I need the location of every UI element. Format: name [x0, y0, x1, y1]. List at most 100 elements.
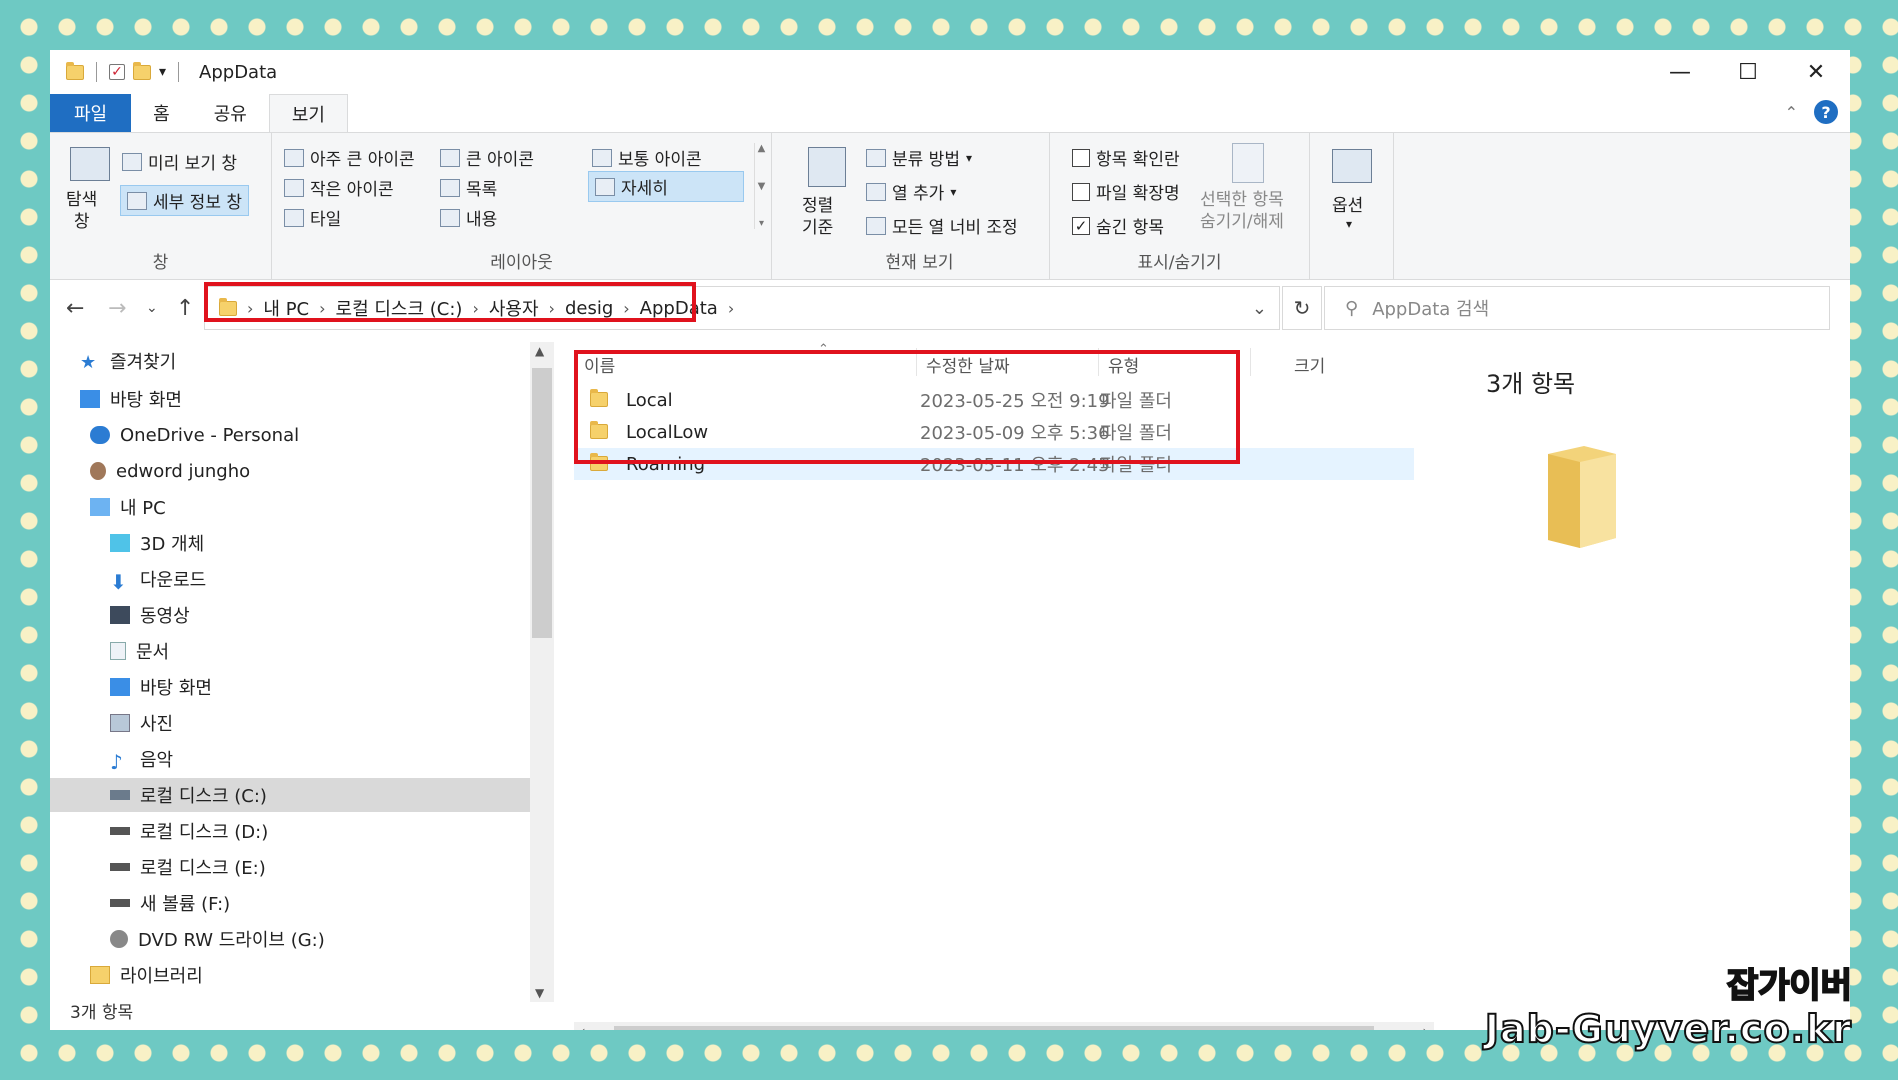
- tab-view[interactable]: 보기: [268, 94, 348, 132]
- chevron-up-icon[interactable]: ▲: [758, 143, 766, 154]
- maximize-button[interactable]: ☐: [1714, 50, 1782, 94]
- item-checkboxes-toggle[interactable]: 항목 확인란: [1072, 145, 1180, 170]
- chevron-down-icon[interactable]: ▼: [758, 181, 766, 192]
- search-box[interactable]: ⚲ AppData 검색: [1324, 286, 1830, 330]
- up-button[interactable]: ↑: [176, 296, 194, 321]
- back-button[interactable]: ←: [66, 296, 84, 321]
- recent-locations-button[interactable]: ⌄: [146, 300, 158, 316]
- breadcrumb-item[interactable]: 사용자: [489, 295, 539, 321]
- options-icon[interactable]: [1332, 149, 1372, 183]
- file-row[interactable]: Roaming 2023-05-11 오후 2:45 파일 폴더: [574, 448, 1414, 480]
- file-row[interactable]: Local 2023-05-25 오전 9:19 파일 폴더: [574, 384, 1414, 416]
- nav-item-drive-c[interactable]: 로컬 디스크 (C:): [50, 778, 530, 812]
- column-divider[interactable]: [916, 348, 917, 376]
- layout-content[interactable]: 내용: [440, 205, 497, 230]
- address-dropdown-icon[interactable]: ⌄: [1252, 298, 1267, 319]
- hscrollbar-thumb[interactable]: [614, 1026, 1374, 1030]
- column-header-type[interactable]: 유형: [1108, 352, 1139, 377]
- close-button[interactable]: ✕: [1782, 50, 1850, 94]
- collapse-ribbon-icon[interactable]: ⌃: [1785, 103, 1798, 122]
- checkbox-checked[interactable]: ✓: [1072, 216, 1090, 235]
- chevron-up-icon[interactable]: ▲: [535, 344, 544, 358]
- checkbox[interactable]: [1072, 182, 1090, 201]
- chevron-down-icon[interactable]: ▾: [1346, 217, 1352, 231]
- minimize-button[interactable]: —: [1646, 50, 1714, 94]
- checkbox[interactable]: [1072, 148, 1090, 167]
- layout-gallery-scroll[interactable]: ▲ ▼ ▾: [754, 143, 768, 229]
- customize-toolbar-icon[interactable]: ▾: [159, 64, 166, 80]
- nav-item-drive-f[interactable]: 새 볼륨 (F:): [50, 886, 530, 920]
- nav-item-music[interactable]: ♪ 음악: [50, 742, 530, 776]
- add-columns-button[interactable]: 열 추가 ▾: [866, 179, 956, 204]
- chevron-right-icon[interactable]: ›: [472, 299, 478, 318]
- nav-item-libraries[interactable]: 라이브러리: [50, 958, 530, 992]
- nav-item-3d-objects[interactable]: 3D 개체: [50, 526, 530, 560]
- address-bar[interactable]: › 내 PC › 로컬 디스크 (C:) › 사용자 › desig › App…: [204, 286, 1280, 330]
- chevron-right-icon[interactable]: ›: [728, 299, 734, 318]
- nav-item-user[interactable]: edword jungho: [50, 454, 530, 488]
- new-folder-icon[interactable]: [133, 61, 151, 80]
- column-header-date[interactable]: 수정한 날짜: [926, 352, 1010, 377]
- breadcrumb-item[interactable]: 내 PC: [263, 295, 309, 321]
- chevron-right-icon[interactable]: ›: [1422, 1024, 1428, 1030]
- nav-item-downloads[interactable]: ⬇ 다운로드: [50, 562, 530, 596]
- nav-item-drive-e[interactable]: 로컬 디스크 (E:): [50, 850, 530, 884]
- breadcrumb-item[interactable]: AppData: [640, 298, 718, 319]
- layout-large-icons[interactable]: 큰 아이콘: [440, 145, 534, 170]
- layout-list[interactable]: 목록: [440, 175, 497, 200]
- properties-icon[interactable]: ✓: [109, 64, 125, 80]
- nav-item-drive-d[interactable]: 로컬 디스크 (D:): [50, 814, 530, 848]
- nav-item-desktop-2[interactable]: 바탕 화면: [50, 670, 530, 704]
- search-input[interactable]: AppData 검색: [1372, 295, 1489, 321]
- tab-share[interactable]: 공유: [192, 94, 269, 132]
- nav-scrollbar-thumb[interactable]: [532, 368, 552, 638]
- nav-item-onedrive[interactable]: OneDrive - Personal: [50, 418, 530, 452]
- hidden-items-toggle[interactable]: ✓ 숨긴 항목: [1072, 213, 1164, 238]
- tab-home[interactable]: 홈: [131, 94, 192, 132]
- expand-gallery-icon[interactable]: ▾: [759, 218, 764, 229]
- column-divider[interactable]: [1250, 348, 1251, 376]
- column-header-size[interactable]: 크기: [1294, 352, 1325, 377]
- layout-tiles[interactable]: 타일: [284, 205, 341, 230]
- help-icon[interactable]: ?: [1814, 100, 1838, 124]
- file-extensions-toggle[interactable]: 파일 확장명: [1072, 179, 1180, 204]
- breadcrumb-item[interactable]: desig: [565, 298, 613, 319]
- chevron-right-icon[interactable]: ›: [319, 299, 325, 318]
- size-columns-button[interactable]: 모든 열 너비 조정: [866, 213, 1018, 238]
- refresh-button[interactable]: ↻: [1282, 286, 1322, 330]
- nav-item-label: OneDrive - Personal: [120, 424, 300, 446]
- details-pane-button[interactable]: 세부 정보 창: [120, 185, 250, 216]
- layout-medium-icons[interactable]: 보통 아이콘: [592, 145, 702, 170]
- nav-item-this-pc[interactable]: 내 PC: [50, 490, 530, 524]
- layout-extra-large-icons[interactable]: 아주 큰 아이콘: [284, 145, 415, 170]
- tab-file[interactable]: 파일: [50, 94, 132, 132]
- hide-selected-button[interactable]: 선택한 항목 숨기기/해제: [1200, 189, 1284, 233]
- layout-small-icons[interactable]: 작은 아이콘: [284, 175, 394, 200]
- nav-item-dvd-drive[interactable]: DVD RW 드라이브 (G:): [50, 922, 530, 956]
- file-row[interactable]: LocalLow 2023-05-09 오후 5:36 파일 폴더: [574, 416, 1414, 448]
- file-list-hscrollbar[interactable]: ‹ ›: [574, 1022, 1434, 1030]
- nav-item-videos[interactable]: 동영상: [50, 598, 530, 632]
- group-by-button[interactable]: 분류 방법 ▾: [866, 145, 972, 170]
- nav-item-quick-access[interactable]: ★ 즐겨찾기: [50, 344, 530, 378]
- navigation-pane-icon[interactable]: [70, 147, 110, 181]
- chevron-right-icon[interactable]: ›: [247, 299, 253, 318]
- forward-button[interactable]: →: [108, 296, 126, 321]
- chevron-down-icon[interactable]: ▼: [535, 986, 544, 1000]
- navigation-pane-button[interactable]: 탐색 창: [66, 189, 112, 233]
- chevron-left-icon[interactable]: ‹: [580, 1024, 586, 1030]
- sort-by-button[interactable]: 정렬 기준: [802, 195, 852, 239]
- nav-item-pictures[interactable]: 사진: [50, 706, 530, 740]
- chevron-right-icon[interactable]: ›: [623, 299, 629, 318]
- column-divider[interactable]: [1098, 348, 1099, 376]
- breadcrumb-item[interactable]: 로컬 디스크 (C:): [336, 295, 463, 321]
- nav-item-desktop[interactable]: 바탕 화면: [50, 382, 530, 416]
- options-button[interactable]: 옵션: [1332, 191, 1363, 216]
- nav-item-documents[interactable]: 문서: [50, 634, 530, 668]
- group-label: 표시/숨기기: [1137, 253, 1222, 273]
- sort-by-icon[interactable]: [808, 147, 846, 187]
- preview-pane-button[interactable]: 미리 보기 창: [122, 149, 237, 174]
- chevron-right-icon[interactable]: ›: [549, 299, 555, 318]
- column-header-name[interactable]: 이름: [584, 352, 615, 377]
- layout-details[interactable]: 자세히: [588, 171, 744, 202]
